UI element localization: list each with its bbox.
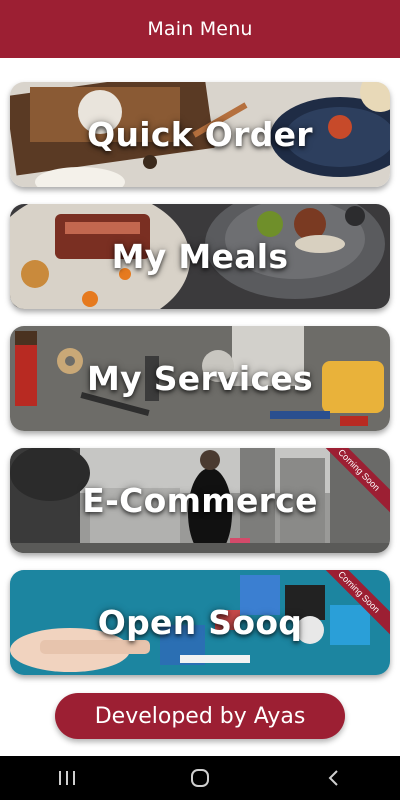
menu-card-my-services[interactable]: My Services	[10, 326, 390, 431]
coming-soon-ribbon: Coming Soon	[320, 570, 390, 637]
menu-card-open-sooq[interactable]: Open Sooq Coming Soon	[10, 570, 390, 675]
back-button[interactable]	[303, 756, 363, 800]
coming-soon-ribbon-wrap: Coming Soon	[320, 570, 390, 640]
page-title: Main Menu	[147, 18, 253, 40]
menu-card-label: My Meals	[111, 237, 289, 276]
recent-apps-button[interactable]	[37, 756, 97, 800]
recent-apps-icon	[58, 771, 75, 785]
back-icon	[328, 770, 339, 786]
developed-by-label: Developed by Ayas	[94, 703, 306, 729]
coming-soon-ribbon: Coming Soon	[320, 448, 390, 515]
coming-soon-ribbon-wrap: Coming Soon	[320, 448, 390, 518]
system-navigation-bar	[0, 756, 400, 800]
menu-list: Quick Order My Meals My Services E-Comme…	[10, 82, 390, 692]
menu-card-label: My Services	[87, 359, 313, 398]
menu-card-my-meals[interactable]: My Meals	[10, 204, 390, 309]
menu-card-label: Quick Order	[87, 115, 313, 154]
home-button[interactable]	[170, 756, 230, 800]
home-icon	[190, 769, 209, 787]
menu-card-e-commerce[interactable]: E-Commerce Coming Soon	[10, 448, 390, 553]
app-header: Main Menu	[0, 0, 400, 58]
menu-card-quick-order[interactable]: Quick Order	[10, 82, 390, 187]
developed-by-button[interactable]: Developed by Ayas	[55, 693, 345, 739]
